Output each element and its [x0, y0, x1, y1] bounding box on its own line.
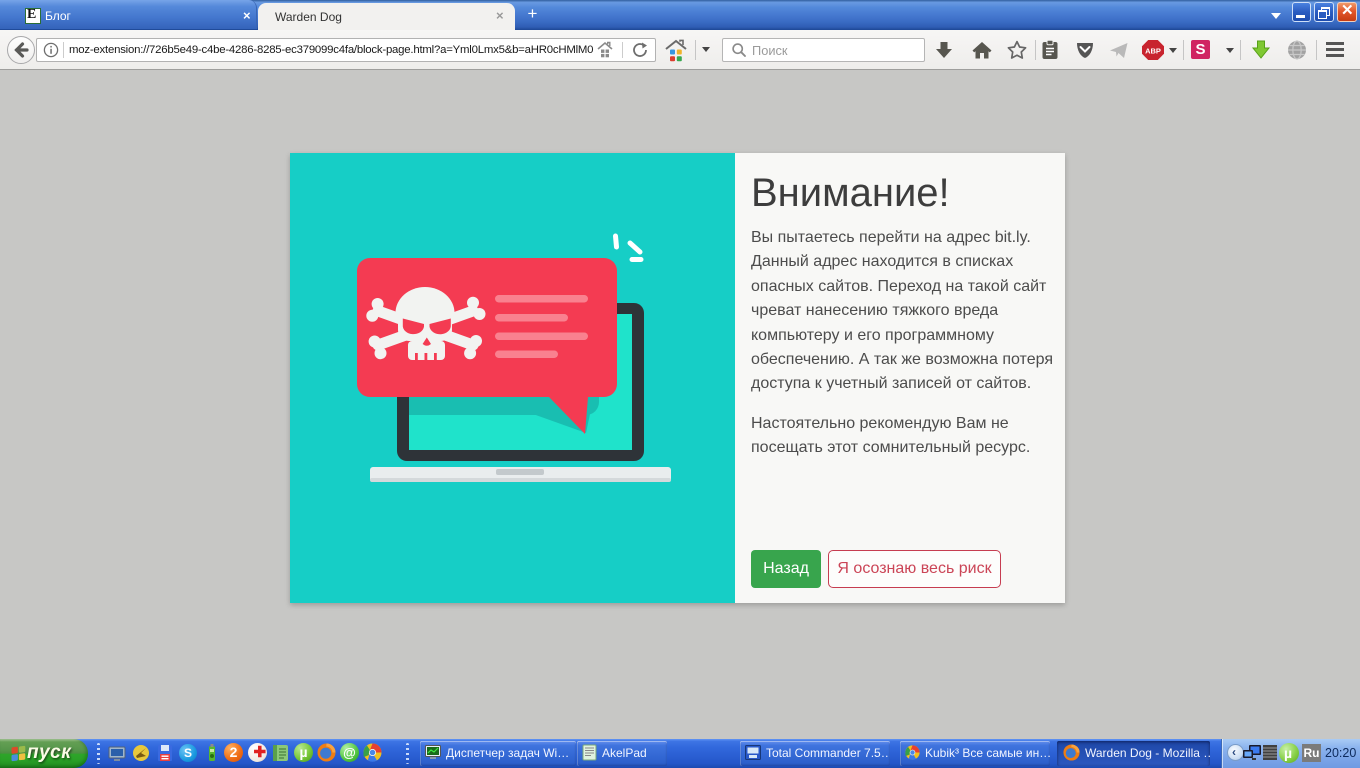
svg-text:ABP: ABP — [1145, 47, 1161, 56]
